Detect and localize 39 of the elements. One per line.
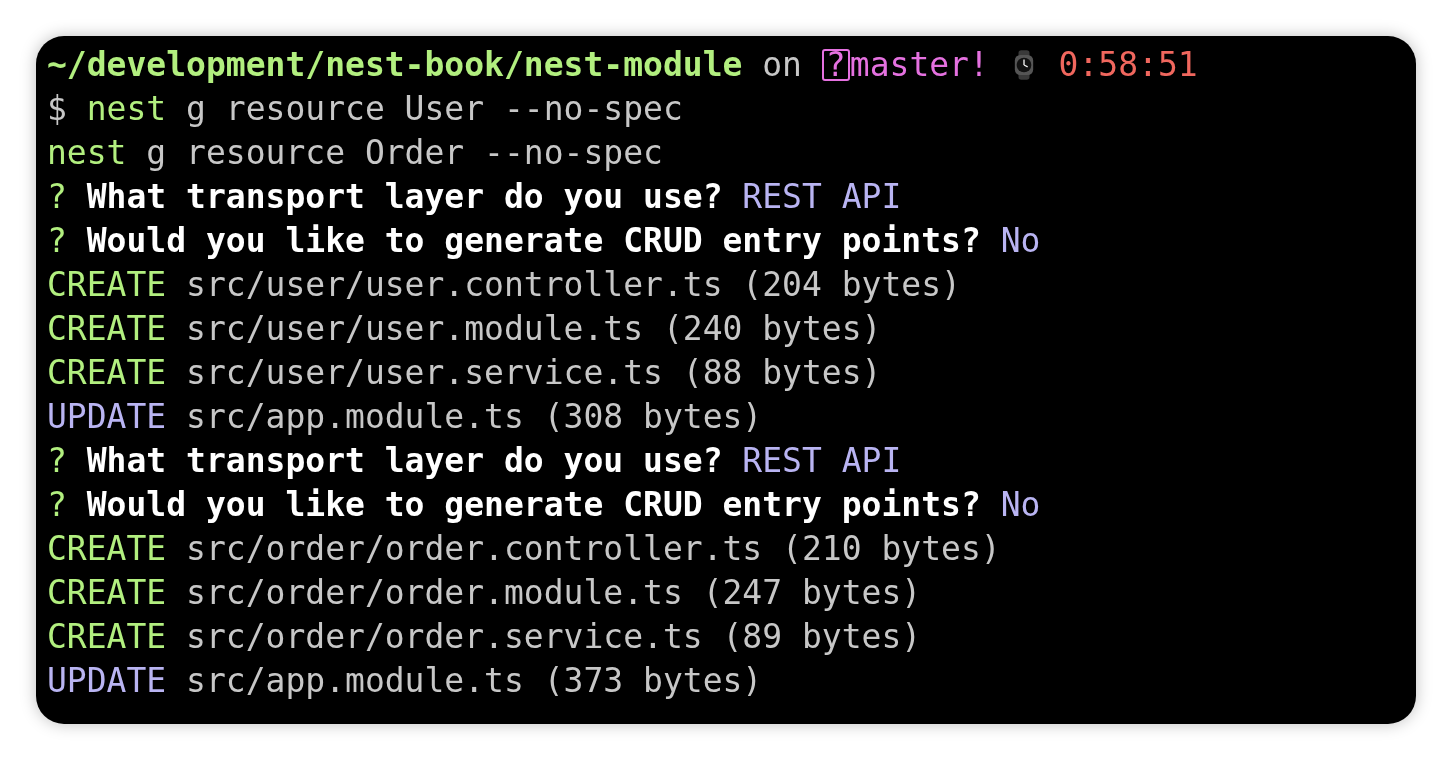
question-mark: ?: [47, 441, 67, 481]
question-mark: ?: [47, 485, 67, 525]
file-info: src/app.module.ts (308 bytes): [186, 397, 763, 437]
file-info: src/user/user.service.ts (88 bytes): [186, 353, 882, 393]
directory-path: ~/development/nest-book/nest-module: [47, 45, 743, 85]
prompt-question: What transport layer do you use?: [86, 177, 723, 217]
command-name: nest: [47, 133, 127, 173]
prompt-symbol: $: [47, 89, 67, 129]
update-label: UPDATE: [47, 397, 167, 437]
clock-time: 0:58:51: [1058, 45, 1198, 85]
prompt-answer: REST API: [742, 441, 902, 481]
question-mark: ?: [47, 221, 67, 261]
watch-icon: [1012, 49, 1035, 81]
command-name: nest: [86, 89, 167, 129]
file-info: src/order/order.service.ts (89 bytes): [186, 617, 922, 657]
question-mark: ?: [47, 177, 67, 217]
create-label: CREATE: [47, 573, 167, 613]
git-status-badge: ?: [821, 49, 850, 81]
create-label: CREATE: [47, 529, 167, 569]
file-info: src/order/order.module.ts (247 bytes): [186, 573, 922, 613]
prompt-question: Would you like to generate CRUD entry points?: [86, 221, 981, 261]
create-label: CREATE: [47, 617, 167, 657]
prompt-text: on: [762, 45, 802, 85]
prompt-answer: No: [1000, 485, 1041, 525]
prompt-question: What transport layer do you use?: [86, 441, 723, 481]
create-label: CREATE: [47, 309, 167, 349]
file-info: src/app.module.ts (373 bytes): [186, 661, 763, 701]
file-info: src/order/order.controller.ts (210 bytes): [186, 529, 1001, 569]
prompt-answer: REST API: [742, 177, 902, 217]
git-branch: master!: [849, 45, 989, 85]
command-arguments: g resource Order --no-spec: [146, 133, 663, 173]
file-info: src/user/user.module.ts (240 bytes): [186, 309, 882, 349]
create-label: CREATE: [47, 265, 167, 305]
create-label: CREATE: [47, 353, 167, 393]
command-arguments: g resource User --no-spec: [186, 89, 683, 129]
prompt-question: Would you like to generate CRUD entry points?: [86, 485, 981, 525]
file-info: src/user/user.controller.ts (204 bytes): [186, 265, 961, 305]
prompt-answer: No: [1000, 221, 1041, 261]
update-label: UPDATE: [47, 661, 167, 701]
